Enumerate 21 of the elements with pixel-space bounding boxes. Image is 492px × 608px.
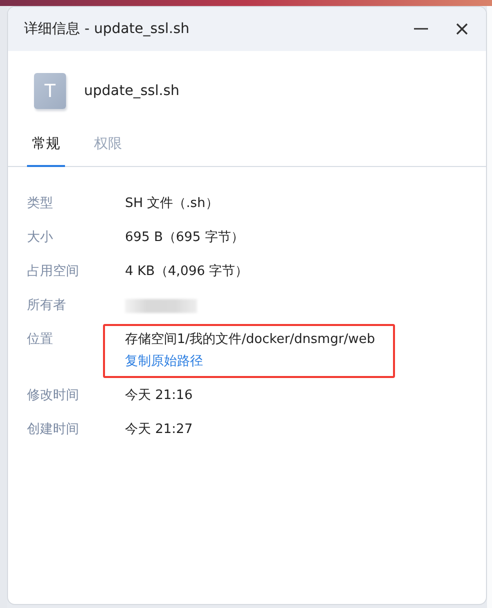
property-label: 占用空间 (27, 263, 80, 281)
tab[interactable]: 权限 (89, 135, 127, 167)
copy-path-link[interactable]: 复制原始路径 (125, 353, 375, 371)
property-label: 位置 (27, 331, 54, 349)
tab[interactable]: 常规 (27, 135, 65, 167)
property-value: 695 B（695 字节） (125, 229, 244, 247)
property-value: 4 KB（4,096 字节） (125, 263, 248, 281)
property-label: 创建时间 (27, 421, 80, 439)
window-title: 详细信息 - update_ssl.sh (24, 20, 190, 38)
close-icon[interactable] (456, 23, 468, 35)
property-label: 类型 (27, 195, 54, 213)
property-value: 今天 21:27 (125, 421, 193, 439)
property-value: SH 文件（.sh） (125, 195, 218, 213)
file-name: update_ssl.sh (84, 83, 180, 99)
property-value: 今天 21:16 (125, 387, 193, 405)
property-value: 存储空间1/我的文件/docker/dnsmgr/web (125, 331, 375, 349)
property-label: 大小 (27, 229, 54, 247)
redacted-value (125, 299, 197, 313)
property-label: 所有者 (27, 297, 67, 315)
file-icon: T (34, 73, 66, 109)
property-label: 修改时间 (27, 387, 80, 405)
